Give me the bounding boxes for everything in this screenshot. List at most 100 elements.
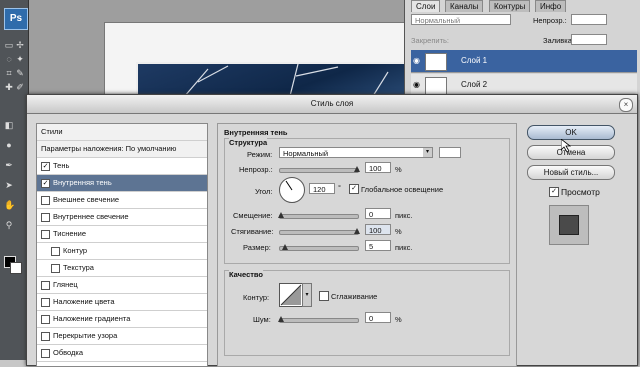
blend-mode-select[interactable]: Нормальный <box>411 14 511 25</box>
slider-knob[interactable] <box>354 228 360 234</box>
structure-title: Структура <box>229 138 268 147</box>
angle-needle-icon <box>285 180 293 191</box>
blend-mode-select[interactable]: Нормальный ▾ <box>279 147 433 158</box>
fill-label: Заливка: <box>543 36 574 45</box>
crop-tool-icon[interactable]: ⌗ <box>4 68 14 78</box>
lasso-tool-icon[interactable]: ◌ <box>4 54 14 64</box>
style-checkbox[interactable] <box>41 281 50 290</box>
slider-knob[interactable] <box>278 316 284 322</box>
distance-slider[interactable] <box>278 212 359 219</box>
blend-mode-value: Нормальный <box>283 149 329 158</box>
tab-info[interactable]: Инфо <box>535 0 567 12</box>
shadow-color-swatch[interactable] <box>439 147 461 158</box>
contour-curve-icon <box>280 284 302 306</box>
noise-input[interactable]: 0 <box>365 312 391 323</box>
eyedropper-tool-icon[interactable]: ✎ <box>15 68 25 78</box>
style-list-item[interactable]: Обводка <box>37 345 207 362</box>
opacity-label: Непрозр.: <box>533 16 567 25</box>
select-arrow-tool-icon[interactable]: ➤ <box>4 180 14 190</box>
style-checkbox[interactable]: ✓ <box>41 179 50 188</box>
healing-tool-icon[interactable]: ✚ <box>4 82 14 92</box>
contour-picker[interactable] <box>279 283 303 307</box>
style-list-item[interactable]: Контур <box>37 243 207 260</box>
style-checkbox[interactable] <box>41 349 50 358</box>
noise-slider[interactable] <box>278 316 359 323</box>
new-style-button[interactable]: Новый стиль... <box>527 165 615 180</box>
style-checkbox[interactable] <box>51 264 60 273</box>
style-list-item[interactable]: Текстура <box>37 260 207 277</box>
style-list-item[interactable]: Параметры наложения: По умолчанию <box>37 141 207 158</box>
move-tool-icon[interactable]: ✢ <box>15 40 25 50</box>
style-label: Параметры наложения: По умолчанию <box>41 144 177 153</box>
size-slider[interactable] <box>279 244 359 251</box>
distance-unit: пикс. <box>395 211 413 220</box>
style-list-item[interactable]: Перекрытие узора <box>37 328 207 345</box>
style-list-item[interactable]: Тиснение <box>37 226 207 243</box>
background-color-swatch[interactable] <box>10 262 22 274</box>
slider-knob[interactable] <box>282 244 288 250</box>
slider-knob[interactable] <box>354 166 360 172</box>
dialog-title: Стиль слоя <box>27 95 637 114</box>
quality-group: Качество Контур: ▾ Сглаживание Шум: 0 % <box>224 270 510 356</box>
style-list-item[interactable]: ✓ Внутренняя тень <box>37 175 207 192</box>
style-checkbox[interactable] <box>41 230 50 239</box>
close-icon[interactable]: × <box>619 98 633 112</box>
blur-tool-icon[interactable]: ● <box>4 140 14 150</box>
tab-paths[interactable]: Контуры <box>489 0 531 12</box>
style-list-item[interactable]: Наложение цвета <box>37 294 207 311</box>
layer-fill-input[interactable] <box>571 34 607 45</box>
opacity-input[interactable]: 100 <box>365 162 391 173</box>
eraser-tool-icon[interactable]: ◧ <box>4 120 14 130</box>
preview-checkbox[interactable]: ✓ <box>549 187 559 197</box>
angle-dial[interactable] <box>279 177 305 203</box>
cancel-button[interactable]: Отмена <box>527 145 615 160</box>
style-list-item[interactable]: Стили <box>37 124 207 141</box>
style-checkbox[interactable] <box>41 332 50 341</box>
style-list-item[interactable]: Внутреннее свечение <box>37 209 207 226</box>
chevron-down-icon[interactable]: ▾ <box>302 283 312 307</box>
distance-input[interactable]: 0 <box>365 208 391 219</box>
style-label: Внутренняя тень <box>53 178 112 187</box>
antialias-checkbox[interactable] <box>319 291 329 301</box>
slider-knob[interactable] <box>278 212 284 218</box>
pen-tool-icon[interactable]: ✒ <box>4 160 14 170</box>
structure-group: Структура Режим: Нормальный ▾ Непрозр.: … <box>224 138 510 264</box>
style-checkbox[interactable] <box>41 213 50 222</box>
style-label: Контур <box>63 246 88 255</box>
choke-slider[interactable] <box>279 228 360 235</box>
choke-input[interactable]: 100 <box>365 224 391 235</box>
marquee-tool-icon[interactable]: ▭ <box>4 40 14 50</box>
style-checkbox[interactable]: ✓ <box>41 162 50 171</box>
style-checkbox[interactable] <box>41 298 50 307</box>
style-checkbox[interactable] <box>51 247 60 256</box>
antialias-label: Сглаживание <box>331 292 378 301</box>
style-list-item[interactable]: Глянец <box>37 277 207 294</box>
tools-panel: Ps ▭ ✢ ◌ ✦ ⌗ ✎ ✚ ✐ ◧ ● ✒ ➤ ✋ ⚲ <box>0 0 29 360</box>
style-list-item[interactable]: ✓ Тень <box>37 158 207 175</box>
ok-button[interactable]: OK <box>527 125 615 140</box>
style-checkbox[interactable] <box>41 196 50 205</box>
layer-row[interactable]: ◉ Слой 1 <box>411 50 637 73</box>
style-label: Наложение градиента <box>53 314 131 323</box>
chevron-down-icon[interactable]: ▾ <box>423 148 432 157</box>
visibility-eye-icon[interactable]: ◉ <box>413 80 420 89</box>
style-label: Обводка <box>53 348 84 357</box>
tab-channels[interactable]: Каналы <box>445 0 484 12</box>
global-light-checkbox[interactable]: ✓ <box>349 184 359 194</box>
layer-opacity-input[interactable] <box>571 14 607 25</box>
lock-label: Закрепить: <box>411 36 450 45</box>
angle-input[interactable]: 120 <box>309 183 335 194</box>
style-checkbox[interactable] <box>41 315 50 324</box>
visibility-eye-icon[interactable]: ◉ <box>413 56 420 65</box>
magic-wand-tool-icon[interactable]: ✦ <box>15 54 25 64</box>
zoom-tool-icon[interactable]: ⚲ <box>4 220 14 230</box>
hand-tool-icon[interactable]: ✋ <box>4 200 15 210</box>
layers-panel: Слои Каналы Контуры Инфо Нормальный Непр… <box>404 0 640 100</box>
opacity-slider[interactable] <box>279 166 360 173</box>
layer-name: Слой 2 <box>461 80 488 89</box>
brush-tool-icon[interactable]: ✐ <box>15 82 25 92</box>
size-input[interactable]: 5 <box>365 240 391 251</box>
tab-layers[interactable]: Слои <box>411 0 441 12</box>
style-list-item[interactable]: Наложение градиента <box>37 311 207 328</box>
style-list-item[interactable]: Внешнее свечение <box>37 192 207 209</box>
